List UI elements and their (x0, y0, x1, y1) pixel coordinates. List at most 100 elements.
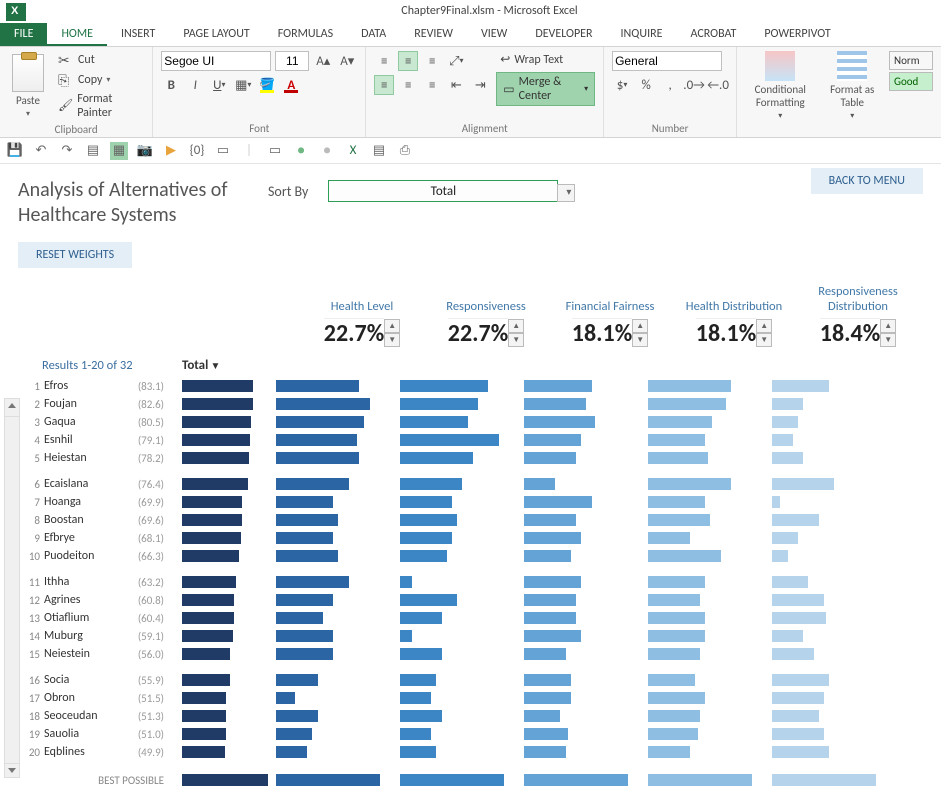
border-button[interactable]: ▦▾ (233, 75, 253, 95)
criteria-bar (648, 648, 700, 660)
sort-by-select[interactable]: Total (328, 180, 558, 202)
criteria-bar (400, 594, 457, 606)
criteria-bar (648, 612, 705, 624)
underline-button[interactable]: U▾ (209, 75, 229, 95)
criteria-weight-spinner[interactable]: ▲▼ (632, 319, 648, 347)
total-score: (49.9) (124, 746, 170, 759)
save-button[interactable]: 💾 (6, 142, 24, 160)
criteria-name: Responsiveness Distribution (796, 286, 920, 318)
bold-button[interactable]: B (161, 75, 181, 95)
tab-home[interactable]: HOME (47, 23, 107, 46)
cut-button[interactable]: Cut (54, 51, 144, 69)
qat-circle-green[interactable]: ● (292, 142, 310, 160)
increase-indent-button[interactable]: ⇥ (470, 75, 490, 95)
tab-inquire[interactable]: INQUIRE (607, 23, 677, 46)
align-center-button[interactable]: ≡ (398, 75, 418, 95)
orientation-button[interactable]: ⤢▾ (446, 51, 466, 71)
increase-font-button[interactable]: A▴ (313, 51, 333, 71)
result-row: 9Efbrye(68.1) (18, 529, 941, 547)
percent-button[interactable]: % (636, 75, 656, 95)
criteria-bar (276, 692, 295, 704)
total-bar (182, 612, 234, 624)
qat-icon-1[interactable]: ▤ (84, 142, 102, 160)
total-score: (55.9) (124, 674, 170, 687)
redo-button[interactable]: ↷ (58, 142, 76, 160)
number-format-select[interactable] (612, 51, 722, 71)
criteria-weight-spinner[interactable]: ▲▼ (880, 319, 896, 347)
criteria-bar (524, 612, 576, 624)
total-score: (66.3) (124, 550, 170, 563)
total-score: (83.1) (124, 380, 170, 393)
criteria-bar (276, 648, 333, 660)
merge-center-button[interactable]: ▭Merge & Center▾ (496, 72, 595, 106)
currency-button[interactable]: $▾ (612, 75, 632, 95)
align-middle-button[interactable]: ≡ (398, 51, 418, 71)
undo-button[interactable]: ↶ (32, 142, 50, 160)
tab-insert[interactable]: INSERT (107, 23, 169, 46)
italic-button[interactable]: I (185, 75, 205, 95)
font-size-select[interactable] (275, 51, 309, 71)
tab-formulas[interactable]: FORMULAS (264, 23, 347, 46)
qat-icon-2[interactable]: ▦ (110, 142, 128, 160)
criteria-bar (524, 774, 628, 786)
style-good[interactable]: Good (889, 72, 933, 91)
criteria-weight-spinner[interactable]: ▲▼ (756, 319, 772, 347)
criteria-weight-spinner[interactable]: ▲▼ (384, 319, 400, 347)
tab-powerpivot[interactable]: POWERPIVOT (750, 23, 844, 46)
qat-icon-6[interactable]: ▭ (266, 142, 284, 160)
decrease-indent-button[interactable]: ⇤ (446, 75, 466, 95)
tab-file[interactable]: FILE (0, 23, 47, 46)
format-as-table-button[interactable]: Format as Table▾ (822, 51, 884, 121)
format-painter-button[interactable]: Format Painter (54, 91, 144, 121)
align-left-button[interactable]: ≡ (374, 75, 394, 95)
rank: 18 (18, 710, 40, 723)
results-scrollbar[interactable] (4, 398, 20, 778)
rank: 1 (18, 380, 40, 393)
camera-icon[interactable]: 📷 (136, 142, 154, 160)
brush-icon (58, 98, 73, 114)
qat-icon-7[interactable]: ▤ (370, 142, 388, 160)
tab-developer[interactable]: DEVELOPER (521, 23, 606, 46)
tab-page-layout[interactable]: PAGE LAYOUT (169, 23, 263, 46)
qat-icon-3[interactable]: ▶ (162, 142, 180, 160)
conditional-formatting-button[interactable]: Conditional Formatting▾ (745, 51, 815, 121)
criteria-bar (648, 532, 690, 544)
rank: 13 (18, 612, 40, 625)
rank: 8 (18, 514, 40, 527)
comma-button[interactable]: , (660, 75, 680, 95)
decrease-font-button[interactable]: A▾ (337, 51, 357, 71)
paste-button[interactable]: Paste ▾ (8, 51, 48, 121)
style-normal[interactable]: Norm (889, 51, 933, 70)
qat-icon-8[interactable]: ⎙ (396, 142, 414, 160)
alternative-name: Puodeiton (40, 549, 124, 563)
criteria-bar (276, 532, 333, 544)
criteria-weight: 18.1% (572, 318, 632, 348)
align-bottom-button[interactable]: ≡ (422, 51, 442, 71)
align-right-button[interactable]: ≡ (422, 75, 442, 95)
tab-data[interactable]: DATA (347, 23, 400, 46)
best-possible-row: BEST POSSIBLE (18, 771, 941, 789)
qat-icon-5[interactable]: ▭ (214, 142, 232, 160)
font-color-button[interactable]: A (281, 75, 301, 95)
qat-icon-4[interactable]: {0} (188, 142, 206, 160)
fill-color-button[interactable]: 🪣 (257, 75, 277, 95)
tab-acrobat[interactable]: ACROBAT (676, 23, 750, 46)
criteria-weight-spinner[interactable]: ▲▼ (508, 319, 524, 347)
reset-weights-button[interactable]: RESET WEIGHTS (18, 242, 132, 268)
qat-excel-icon[interactable]: X (344, 142, 362, 160)
total-column-header[interactable]: Total (182, 358, 220, 373)
wrap-text-button[interactable]: ↩Wrap Text (496, 51, 595, 68)
qat-circle-grey[interactable]: ● (318, 142, 336, 160)
criteria-bar (772, 398, 803, 410)
copy-button[interactable]: Copy▾ (54, 71, 144, 89)
align-top-button[interactable]: ≡ (374, 51, 394, 71)
copy-icon (58, 72, 74, 88)
back-to-menu-button[interactable]: BACK TO MENU (811, 168, 923, 194)
alternative-name: Ithha (40, 575, 124, 589)
tab-review[interactable]: REVIEW (400, 23, 467, 46)
increase-decimal-button[interactable]: .0→ (684, 75, 704, 95)
alternative-name: Efbrye (40, 531, 124, 545)
decrease-decimal-button[interactable]: ←.0 (708, 75, 728, 95)
tab-view[interactable]: VIEW (467, 23, 521, 46)
font-name-select[interactable] (161, 51, 271, 71)
